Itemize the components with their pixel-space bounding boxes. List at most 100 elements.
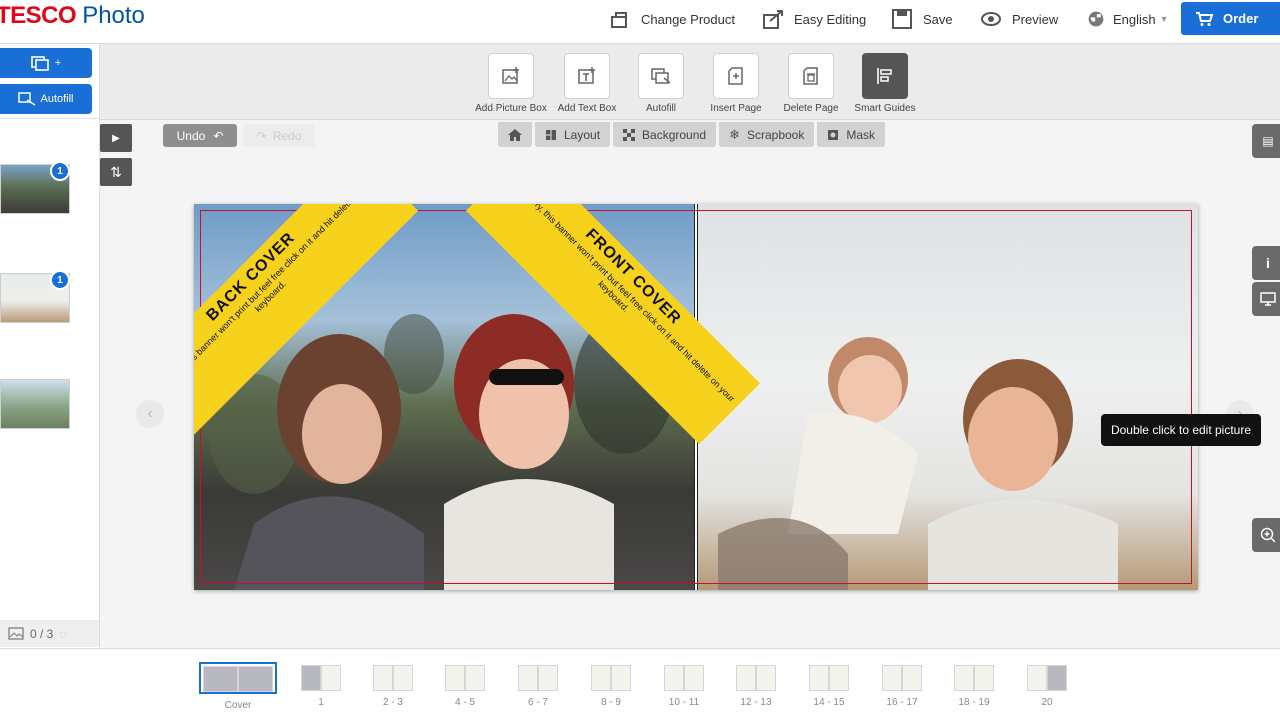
redo-label: Redo (272, 128, 302, 143)
undo-button[interactable]: Undo ↶ (163, 124, 237, 147)
add-photos-button[interactable]: + (0, 48, 92, 78)
order-label: Order (1223, 11, 1259, 26)
page-thumbnail[interactable]: 4 - 5 (444, 665, 486, 708)
language-selector[interactable]: English ▼ (1087, 0, 1169, 38)
tooltip: Double click to edit picture (1101, 414, 1261, 446)
page-thumbnail[interactable]: 1 (300, 665, 342, 708)
change-product-button[interactable]: Change Product (609, 0, 735, 38)
easy-editing-button[interactable]: Easy Editing (762, 0, 866, 38)
page-thumbnail[interactable]: 2 - 3 (372, 665, 414, 708)
page-thumbnail-cover[interactable]: Cover (199, 662, 277, 711)
previous-page-button[interactable]: ‹ (136, 400, 164, 428)
page-thumbnail[interactable]: 6 - 7 (517, 665, 559, 708)
logo-brand: TESCO (0, 2, 77, 29)
preview-label: Preview (1012, 11, 1059, 27)
save-icon (892, 9, 912, 29)
language-label: English (1113, 11, 1156, 27)
undo-label: Undo (176, 128, 206, 143)
page-label: 20 (1041, 697, 1053, 708)
photo-thumbnail[interactable] (0, 379, 70, 429)
page-thumbnail[interactable]: 12 - 13 (735, 665, 777, 708)
tool-ribbon: Add Picture Box Add Text Box Autofill In… (100, 44, 1280, 120)
page-thumbnail[interactable]: 14 - 15 (808, 665, 850, 708)
info-icon: i (1266, 255, 1270, 271)
page-label: 2 - 3 (382, 697, 403, 708)
scrapbook-icon: ❄ (729, 126, 740, 142)
tool-label: Delete Page (783, 103, 839, 114)
page-thumbnail[interactable]: 8 - 9 (590, 665, 632, 708)
page-label: 1 (318, 697, 324, 708)
photo-image (1, 380, 69, 428)
chevron-left-icon: ‹ (147, 405, 153, 422)
autofill-icon (651, 68, 671, 84)
order-button[interactable]: Order (1181, 2, 1280, 35)
canvas-area: ▶ ⇅ Undo ↶ ↷ Redo Layout Background ❄ Sc… (100, 120, 1280, 648)
autofill-icon (18, 92, 36, 106)
play-icon: ▶ (112, 132, 120, 144)
autofill-side-label: Autofill (40, 93, 74, 105)
page-thumbnail[interactable]: 16 - 17 (881, 665, 923, 708)
insert-page-button[interactable]: Insert Page (698, 53, 774, 114)
photos-icon (8, 627, 24, 640)
sort-button[interactable]: ⇅ (100, 158, 132, 186)
autofill-side-button[interactable]: Autofill (0, 84, 92, 114)
preview-button[interactable]: Preview (980, 0, 1058, 38)
page-label: 16 - 17 (886, 697, 918, 708)
save-label: Save (923, 11, 953, 27)
page-thumbnail[interactable]: 18 - 19 (953, 665, 995, 708)
display-button[interactable] (1252, 282, 1280, 316)
page-label: Cover (224, 700, 252, 711)
cover-spread[interactable]: BACK COVER Don't worry, this banner won'… (194, 204, 1198, 590)
page-navigator: Cover 1 2 - 3 4 - 5 6 - 7 8 - 9 10 - 11 … (0, 648, 1280, 720)
top-bar: TESCO Photo Change Product Easy Editing S… (0, 0, 1280, 44)
side-tab-top[interactable]: ▤ (1252, 124, 1280, 158)
page-thumbnail[interactable]: 10 - 11 (663, 665, 705, 708)
info-button[interactable]: i (1252, 246, 1280, 280)
monitor-icon (1260, 292, 1276, 306)
tab-scrapbook[interactable]: ❄ Scrapbook (719, 122, 815, 147)
tool-label: Add Text Box (557, 103, 617, 114)
smart-guides-button[interactable]: Smart Guides (847, 53, 923, 114)
chevron-down-icon: ▼ (1159, 14, 1169, 24)
add-picture-box-icon (502, 67, 519, 84)
logo[interactable]: TESCO Photo (0, 2, 145, 30)
delete-page-icon (803, 67, 818, 85)
page-label: 14 - 15 (813, 697, 845, 708)
background-icon (623, 128, 636, 141)
logo-product: Photo (82, 2, 145, 29)
eye-icon (981, 12, 1001, 26)
add-text-box-button[interactable]: Add Text Box (549, 53, 625, 114)
tab-label: Layout (564, 127, 601, 142)
front-cover-photo[interactable] (698, 204, 1198, 590)
add-photos-label: + (54, 57, 62, 69)
expand-panel-button[interactable]: ▶ (100, 124, 132, 152)
add-picture-box-button[interactable]: Add Picture Box (473, 53, 549, 114)
zoom-in-button[interactable] (1252, 518, 1280, 552)
delete-page-button[interactable]: Delete Page (773, 53, 849, 114)
page-label: 10 - 11 (668, 697, 700, 708)
redo-button[interactable]: ↷ Redo (243, 124, 315, 147)
change-product-icon (611, 12, 627, 28)
save-button[interactable]: Save (891, 0, 953, 38)
family-photo-illustration (718, 337, 1118, 590)
swap-arrows-icon: ⇅ (110, 163, 122, 180)
page-thumbnail[interactable]: 20 (1026, 665, 1068, 708)
tab-home[interactable] (498, 122, 532, 147)
smart-guides-icon (877, 68, 892, 84)
tab-background[interactable]: Background (613, 122, 717, 147)
autofill-button[interactable]: Autofill (623, 53, 699, 114)
zoom-in-icon (1260, 527, 1276, 543)
tab-label: Background (642, 127, 707, 142)
tool-label: Insert Page (710, 103, 762, 114)
undo-icon: ↶ (213, 128, 224, 143)
tab-mask[interactable]: Mask (817, 122, 886, 147)
page-label: 6 - 7 (527, 697, 548, 708)
usage-badge: 1 (50, 161, 70, 181)
easy-editing-icon (763, 10, 783, 29)
cart-icon (1196, 11, 1213, 26)
edit-tabs: Layout Background ❄ Scrapbook Mask (498, 122, 886, 147)
loading-icon: ◌ (59, 626, 67, 641)
add-text-box-icon (578, 67, 595, 84)
mask-icon (828, 129, 839, 140)
tab-layout[interactable]: Layout (535, 122, 611, 147)
